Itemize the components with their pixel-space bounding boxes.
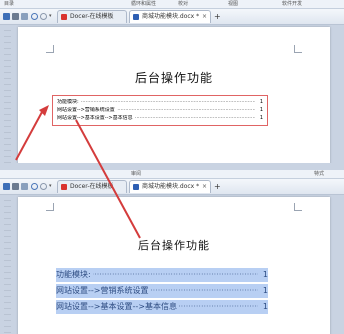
arrow-line-left xyxy=(15,111,43,161)
arrow-line-main xyxy=(75,119,141,239)
annotation-arrows xyxy=(15,105,141,239)
